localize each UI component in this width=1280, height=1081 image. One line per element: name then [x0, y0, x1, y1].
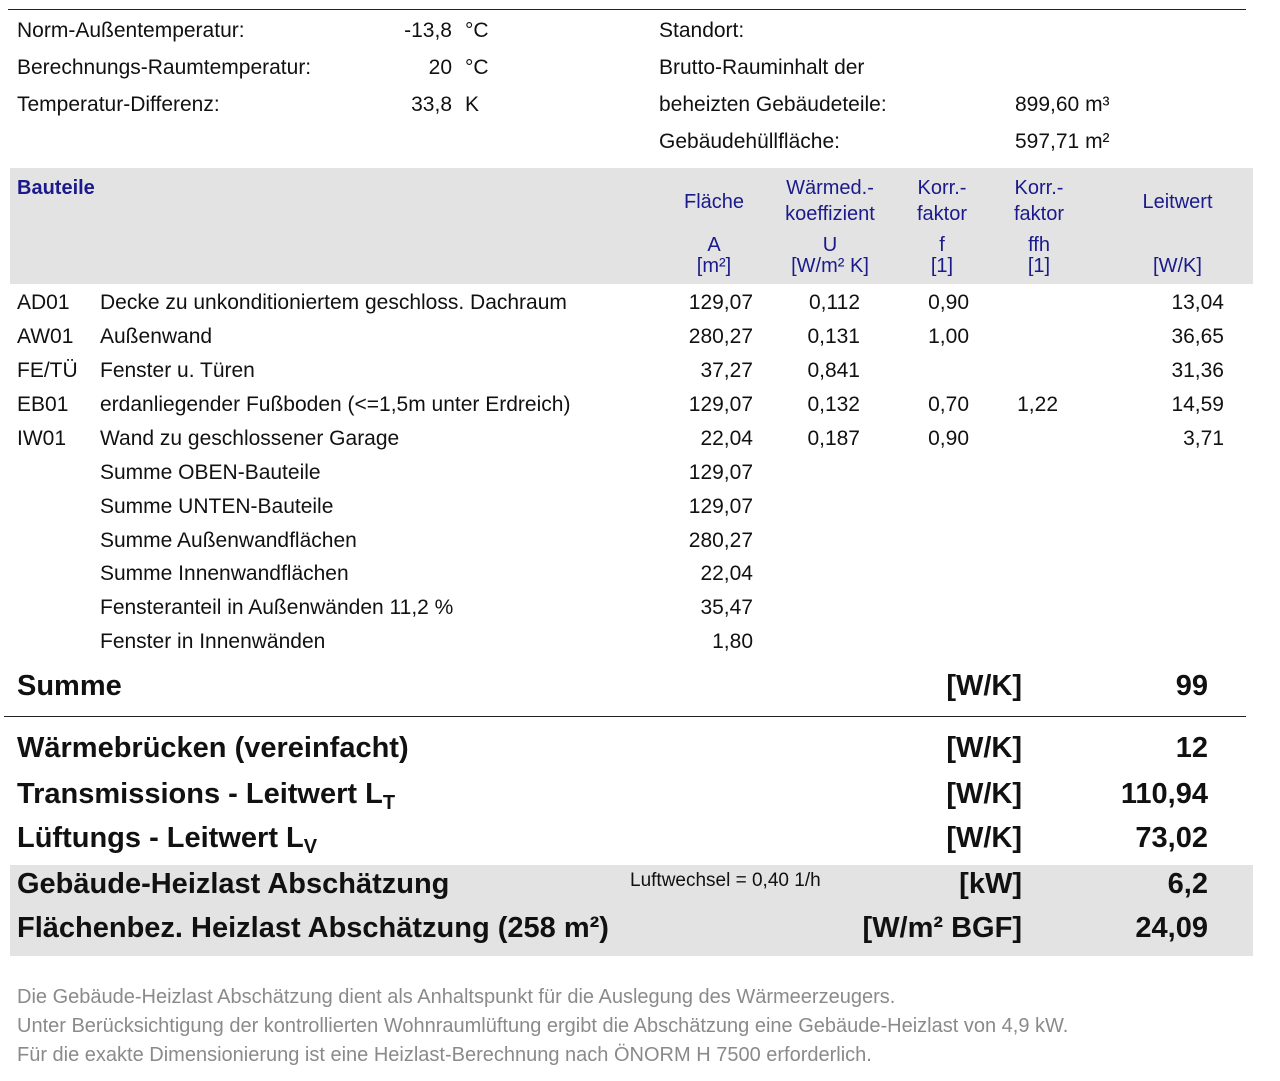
summe-value: 99: [1175, 670, 1208, 702]
heizlast-unit: [kW]: [959, 868, 1022, 900]
col-korr-f: Korr.-: [917, 177, 967, 199]
info-unit: °C: [465, 56, 489, 79]
row-ffh: 1,22: [1017, 393, 1058, 416]
row-name: Außenwand: [100, 325, 213, 348]
row-leitwert: 3,71: [1183, 427, 1224, 450]
row-name: Wand zu geschlossener Garage: [100, 427, 400, 450]
lueftung-value: 73,02: [1135, 822, 1208, 854]
col-korr-f-unit: [1]: [930, 255, 954, 277]
row-leitwert: 36,65: [1171, 325, 1224, 348]
row-f: 0,70: [928, 393, 969, 416]
row-u: 0,131: [807, 325, 860, 348]
row-area: 129,07: [688, 291, 753, 314]
row-leitwert: 31,36: [1171, 359, 1224, 382]
luftwechsel-note: Luftwechsel = 0,40 1/h: [630, 870, 821, 891]
sum-name: Fenster in Innenwänden: [100, 630, 326, 653]
waermebruecken-unit: [W/K]: [946, 732, 1022, 764]
info-value: 20: [428, 56, 452, 79]
col-bauteile: Bauteile: [17, 177, 95, 199]
row-leitwert: 14,59: [1171, 393, 1224, 416]
transmission-text: Transmissions - Leitwert L: [17, 778, 383, 810]
row-name: Fenster u. Türen: [100, 359, 255, 382]
row-u: 0,841: [807, 359, 860, 382]
transmission-value: 110,94: [1120, 778, 1208, 810]
summe-divider: [4, 716, 1246, 717]
col-korr-ffh-unit: [1]: [1027, 255, 1051, 277]
lueftung-label: Lüftungs - Leitwert LV: [17, 822, 318, 858]
flaechenbez-unit: [W/m² BGF]: [862, 912, 1022, 944]
col-korr-ffh-2: faktor: [1013, 203, 1065, 225]
transmission-label: Transmissions - Leitwert LT: [17, 778, 396, 814]
waermebruecken-value: 12: [1175, 732, 1208, 764]
sum-area: 129,07: [688, 461, 753, 484]
info-label: Norm-Außentemperatur:: [17, 19, 245, 42]
col-korr-f-2: faktor: [916, 203, 968, 225]
row-u: 0,112: [809, 291, 860, 314]
row-u: 0,187: [807, 427, 860, 450]
row-leitwert: 13,04: [1171, 291, 1224, 314]
info-unit: °C: [465, 19, 489, 42]
col-leitwert: Leitwert: [1142, 191, 1213, 213]
heizlast-value: 6,2: [1167, 868, 1208, 900]
lueftung-unit: [W/K]: [946, 822, 1022, 854]
footer-line: Unter Berücksichtigung der kontrollierte…: [17, 1015, 1069, 1037]
col-flaeche: Fläche: [683, 191, 745, 213]
row-area: 280,27: [688, 325, 753, 348]
col-korr-ffh: Korr.-: [1014, 177, 1064, 199]
sum-name: Summe OBEN-Bauteile: [100, 461, 321, 484]
row-code: AD01: [17, 291, 70, 314]
transmission-unit: [W/K]: [946, 778, 1022, 810]
summe-unit: [W/K]: [946, 670, 1022, 702]
footer-line: Die Gebäude-Heizlast Abschätzung dient a…: [17, 986, 896, 1008]
col-waermed-2: koeffizient: [785, 203, 875, 225]
info-unit: K: [465, 93, 480, 116]
row-code: AW01: [17, 325, 74, 348]
col-leitwert-unit: [W/K]: [1153, 255, 1202, 277]
col-flaeche-unit: [m²]: [696, 255, 732, 277]
row-u: 0,132: [807, 393, 860, 416]
sum-name: Fensteranteil in Außenwänden 11,2 %: [100, 596, 454, 619]
col-waermed: Wärmed.-: [786, 177, 874, 199]
flaechenbez-value: 24,09: [1135, 912, 1208, 944]
transmission-subscript: T: [382, 792, 396, 814]
row-f: 0,90: [928, 291, 969, 314]
info-label: Temperatur-Differenz:: [17, 93, 220, 116]
brutto-label: Brutto-Rauminhalt der: [659, 56, 865, 79]
row-code: IW01: [17, 427, 67, 450]
row-name: erdanliegender Fußboden (<=1,5m unter Er…: [100, 393, 571, 416]
standort-label: Standort:: [659, 19, 745, 42]
heizlast-label: Gebäude-Heizlast Abschätzung: [17, 868, 450, 900]
row-code: EB01: [17, 393, 69, 416]
top-divider: [8, 9, 1246, 10]
huelle-value: 597,71 m²: [1015, 130, 1110, 153]
info-value: -13,8: [404, 19, 452, 42]
col-waermed-unit: [W/m² K]: [791, 255, 869, 277]
row-code: FE/TÜ: [17, 359, 78, 382]
lueftung-subscript: V: [303, 836, 318, 858]
sum-area: 280,27: [688, 529, 753, 552]
sum-area: 22,04: [700, 562, 753, 585]
sum-area: 129,07: [688, 495, 753, 518]
row-area: 22,04: [700, 427, 753, 450]
row-f: 0,90: [928, 427, 969, 450]
sum-name: Summe UNTEN-Bauteile: [100, 495, 334, 518]
huelle-label: Gebäudehüllfläche:: [659, 130, 840, 153]
sum-area: 35,47: [700, 596, 753, 619]
brutto-label-2: beheizten Gebäudeteile:: [659, 93, 887, 116]
info-label: Berechnungs-Raumtemperatur:: [17, 56, 312, 79]
sum-name: Summe Innenwandflächen: [100, 562, 349, 585]
sum-name: Summe Außenwandflächen: [100, 529, 357, 552]
info-value: 33,8: [411, 93, 452, 116]
flaechenbez-label: Flächenbez. Heizlast Abschätzung (258 m²…: [17, 912, 609, 944]
summe-label: Summe: [17, 670, 122, 702]
row-name: Decke zu unkonditioniertem geschloss. Da…: [100, 291, 567, 314]
waermebruecken-label: Wärmebrücken (vereinfacht): [17, 732, 409, 764]
lueftung-text: Lüftungs - Leitwert L: [17, 822, 304, 854]
sum-area: 1,80: [712, 630, 753, 653]
row-area: 129,07: [688, 393, 753, 416]
row-area: 37,27: [700, 359, 753, 382]
row-f: 1,00: [928, 325, 969, 348]
footer-line: Für die exakte Dimensionierung ist eine …: [17, 1044, 872, 1066]
brutto-value: 899,60 m³: [1015, 93, 1110, 116]
